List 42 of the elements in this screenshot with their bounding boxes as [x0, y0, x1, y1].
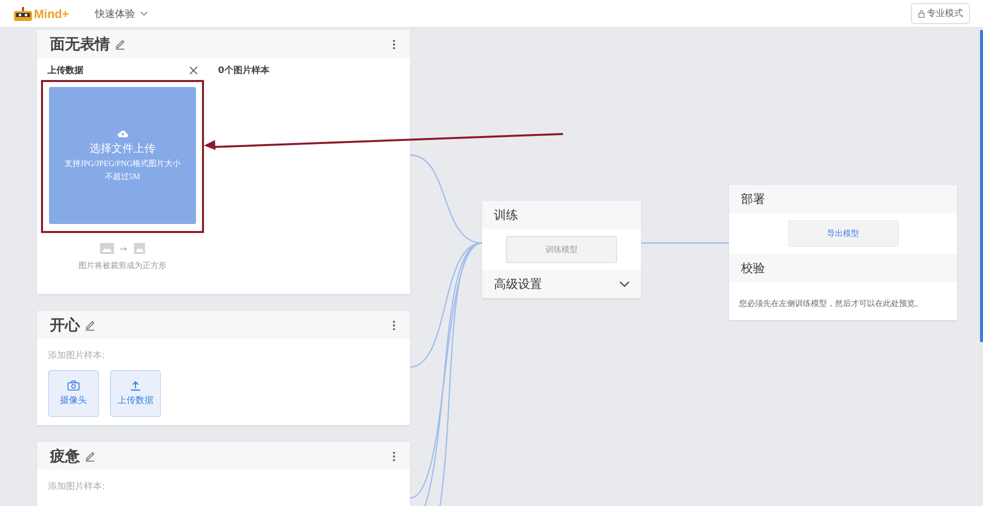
chevron-down-icon	[140, 11, 148, 16]
camera-icon	[67, 380, 80, 391]
preview-note: 您必须先在左侧训练模型，然后才可以在此处预览。	[739, 299, 923, 308]
chevron-icon	[619, 280, 630, 288]
more-options-icon[interactable]	[392, 320, 396, 330]
more-options-icon[interactable]	[392, 450, 396, 462]
cloud-upload-icon	[116, 129, 128, 138]
deploy-title: 部署	[741, 190, 765, 208]
train-model-button[interactable]: 训练模型	[506, 236, 617, 263]
class-name: 疲惫	[50, 446, 80, 466]
upload-hint: 不超过5M	[104, 171, 140, 182]
upload-prompt: 选择文件上传	[90, 141, 156, 156]
export-model-button[interactable]: 导出模型	[788, 220, 898, 247]
upload-icon	[130, 380, 141, 391]
sample-source-button[interactable]: 上传数据	[110, 370, 161, 417]
pro-mode-button[interactable]: 专业模式	[911, 3, 970, 24]
preview-title: 校验	[741, 260, 765, 276]
mind-plus-logo: Mind+	[13, 6, 69, 22]
upload-hint: 支持JPG/JPEG/PNG格式图片大小	[64, 158, 180, 169]
crop-note: 图片将被裁剪成为正方形	[78, 260, 166, 271]
add-samples-label: 添加图片样本:	[48, 480, 106, 493]
pencil-icon[interactable]	[114, 38, 126, 50]
pencil-icon[interactable]	[84, 450, 96, 462]
file-upload-area[interactable]: 选择文件上传 支持JPG/JPEG/PNG格式图片大小 不超过5M	[49, 87, 196, 224]
image-icon	[134, 243, 145, 254]
training-title: 训练	[494, 206, 518, 224]
class-name: 面无表情	[50, 34, 110, 54]
pencil-icon[interactable]	[84, 319, 96, 331]
lock-icon	[918, 10, 925, 18]
robot-logo-icon	[13, 6, 33, 22]
advanced-settings-toggle[interactable]: 高级设置	[482, 270, 641, 298]
add-samples-label: 添加图片样本:	[48, 350, 106, 362]
close-icon[interactable]	[188, 66, 198, 75]
sample-source-button[interactable]: 摄像头	[48, 370, 99, 417]
arrow-right-icon	[120, 246, 128, 252]
image-icon	[100, 243, 114, 254]
class-name: 开心	[50, 316, 80, 334]
sample-count: 0个图片样本	[218, 64, 270, 78]
quick-try-menu[interactable]: 快速体验	[95, 6, 148, 20]
scrollbar-thumb[interactable]	[980, 30, 983, 342]
upload-data-label: 上传数据	[48, 64, 84, 77]
more-options-icon[interactable]	[392, 38, 396, 50]
